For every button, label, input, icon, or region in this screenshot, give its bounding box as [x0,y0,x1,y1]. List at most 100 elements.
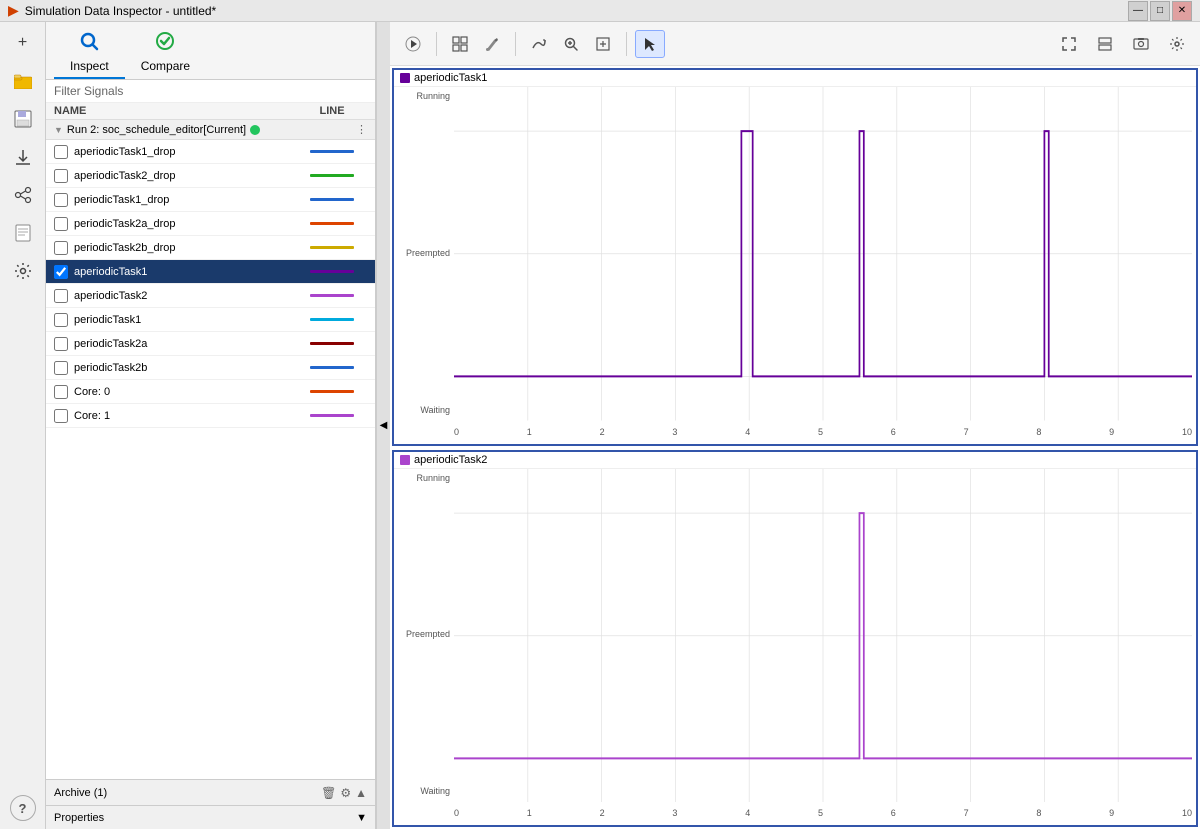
window-title: Simulation Data Inspector - untitled* [25,4,1128,18]
help-button[interactable]: ? [10,795,36,821]
zoom-button[interactable] [556,30,586,58]
signal-checkbox-1[interactable] [54,169,68,183]
archive-delete-icon[interactable]: 🗑 [321,786,336,800]
signal-row[interactable]: periodicTask1_drop [46,188,375,212]
signal-name-8: periodicTask2a [74,338,297,350]
signal-row[interactable]: periodicTask2a_drop [46,212,375,236]
signal-checkbox-3[interactable] [54,217,68,231]
icon-sidebar: + ? [0,22,46,829]
signal-row[interactable]: aperiodicTask2 [46,284,375,308]
properties-label: Properties [54,812,104,824]
tab-compare[interactable]: Compare [125,26,206,79]
col-line-header: LINE [297,105,367,117]
chart2-y-running: Running [416,473,450,483]
filter-label: Filter Signals [54,84,123,98]
signal-row[interactable]: aperiodicTask2_drop [46,164,375,188]
close-button[interactable]: ✕ [1172,1,1192,21]
separator-1 [436,32,437,56]
signal-line-sample-2 [310,198,354,201]
signal-line-1 [297,174,367,177]
chart2-title-dot [400,455,410,465]
run-menu-button[interactable]: ⋮ [356,123,367,136]
chart-panel-1: aperiodicTask1 Running Preempted Waiting [392,68,1198,446]
archive-expand-icon[interactable]: ▲ [355,786,367,800]
signal-row[interactable]: Core: 1 [46,404,375,428]
add-button[interactable]: + [6,26,40,60]
maximize-button[interactable]: □ [1150,1,1170,21]
signal-line-sample-11 [310,414,354,417]
curve-button[interactable] [524,30,554,58]
signal-checkbox-7[interactable] [54,313,68,327]
signal-list-header: NAME LINE [46,103,375,120]
signal-checkbox-0[interactable] [54,145,68,159]
signal-row[interactable]: periodicTask2b_drop [46,236,375,260]
signal-checkbox-6[interactable] [54,289,68,303]
chart1-y-labels: Running Preempted Waiting [394,87,454,419]
signal-line-sample-10 [310,390,354,393]
chart2-title-bar: aperiodicTask2 [394,452,1196,469]
paint-button[interactable] [477,30,507,58]
folder-button[interactable] [6,64,40,98]
signal-row[interactable]: periodicTask1 [46,308,375,332]
screenshot-button[interactable] [1126,30,1156,58]
archive-settings-icon[interactable]: ⚙ [340,786,351,800]
signal-name-0: aperiodicTask1_drop [74,146,297,158]
tab-compare-label: Compare [141,59,190,73]
expand-button[interactable] [1054,30,1084,58]
signal-checkbox-2[interactable] [54,193,68,207]
signal-name-2: periodicTask1_drop [74,194,297,206]
signal-rows-container: aperiodicTask1_drop aperiodicTask2_droppe… [46,140,375,428]
signal-checkbox-10[interactable] [54,385,68,399]
zoom-group [524,30,618,58]
signal-checkbox-9[interactable] [54,361,68,375]
share-button[interactable] [6,178,40,212]
chart1-title-bar: aperiodicTask1 [394,70,1196,87]
signal-row[interactable]: periodicTask2a [46,332,375,356]
signal-checkbox-5[interactable] [54,265,68,279]
signal-line-0 [297,150,367,153]
signal-checkbox-11[interactable] [54,409,68,423]
chart-settings-button[interactable] [1162,30,1192,58]
signal-checkbox-4[interactable] [54,241,68,255]
panel-collapse-button[interactable]: ◀ [376,22,390,829]
archive-bar: Archive (1) 🗑 ⚙ ▲ [46,779,375,805]
inspect-icon [78,30,100,57]
title-bar: ▶ Simulation Data Inspector - untitled* … [0,0,1200,22]
cursor-button[interactable] [635,30,665,58]
minimize-button[interactable]: — [1128,1,1148,21]
chart2-y-labels: Running Preempted Waiting [394,469,454,801]
main-layout: + ? [0,22,1200,829]
fit-button[interactable] [588,30,618,58]
signal-line-2 [297,198,367,201]
grid-button[interactable] [445,30,475,58]
signal-line-11 [297,414,367,417]
chart-area: aperiodicTask1 Running Preempted Waiting [390,22,1200,829]
signal-name-11: Core: 1 [74,410,297,422]
signal-row[interactable]: aperiodicTask1 [46,260,375,284]
tile-button[interactable] [1090,30,1120,58]
window-controls: — □ ✕ [1128,1,1192,21]
settings-button[interactable] [6,254,40,288]
signal-row[interactable]: Core: 0 [46,380,375,404]
signal-line-sample-4 [310,246,354,249]
download-button[interactable] [6,140,40,174]
signal-line-sample-6 [310,294,354,297]
signal-line-sample-7 [310,318,354,321]
signal-list: ▼ Run 2: soc_schedule_editor[Current] ⋮ … [46,120,375,779]
signal-row[interactable]: periodicTask2b [46,356,375,380]
tab-inspect[interactable]: Inspect [54,26,125,79]
save-button[interactable] [6,102,40,136]
play-button[interactable] [398,30,428,58]
signal-line-9 [297,366,367,369]
run-label: Run 2: soc_schedule_editor[Current] [67,124,246,136]
properties-collapse-icon[interactable]: ▼ [356,812,367,824]
chart2-inner: Running Preempted Waiting [394,469,1196,821]
signal-line-4 [297,246,367,249]
signal-checkbox-8[interactable] [54,337,68,351]
signal-line-sample-0 [310,150,354,153]
signal-row[interactable]: aperiodicTask1_drop [46,140,375,164]
signal-line-10 [297,390,367,393]
separator-2 [515,32,516,56]
signal-panel: Inspect Compare Filter Signals NAME LINE [46,22,376,829]
doc-button[interactable] [6,216,40,250]
